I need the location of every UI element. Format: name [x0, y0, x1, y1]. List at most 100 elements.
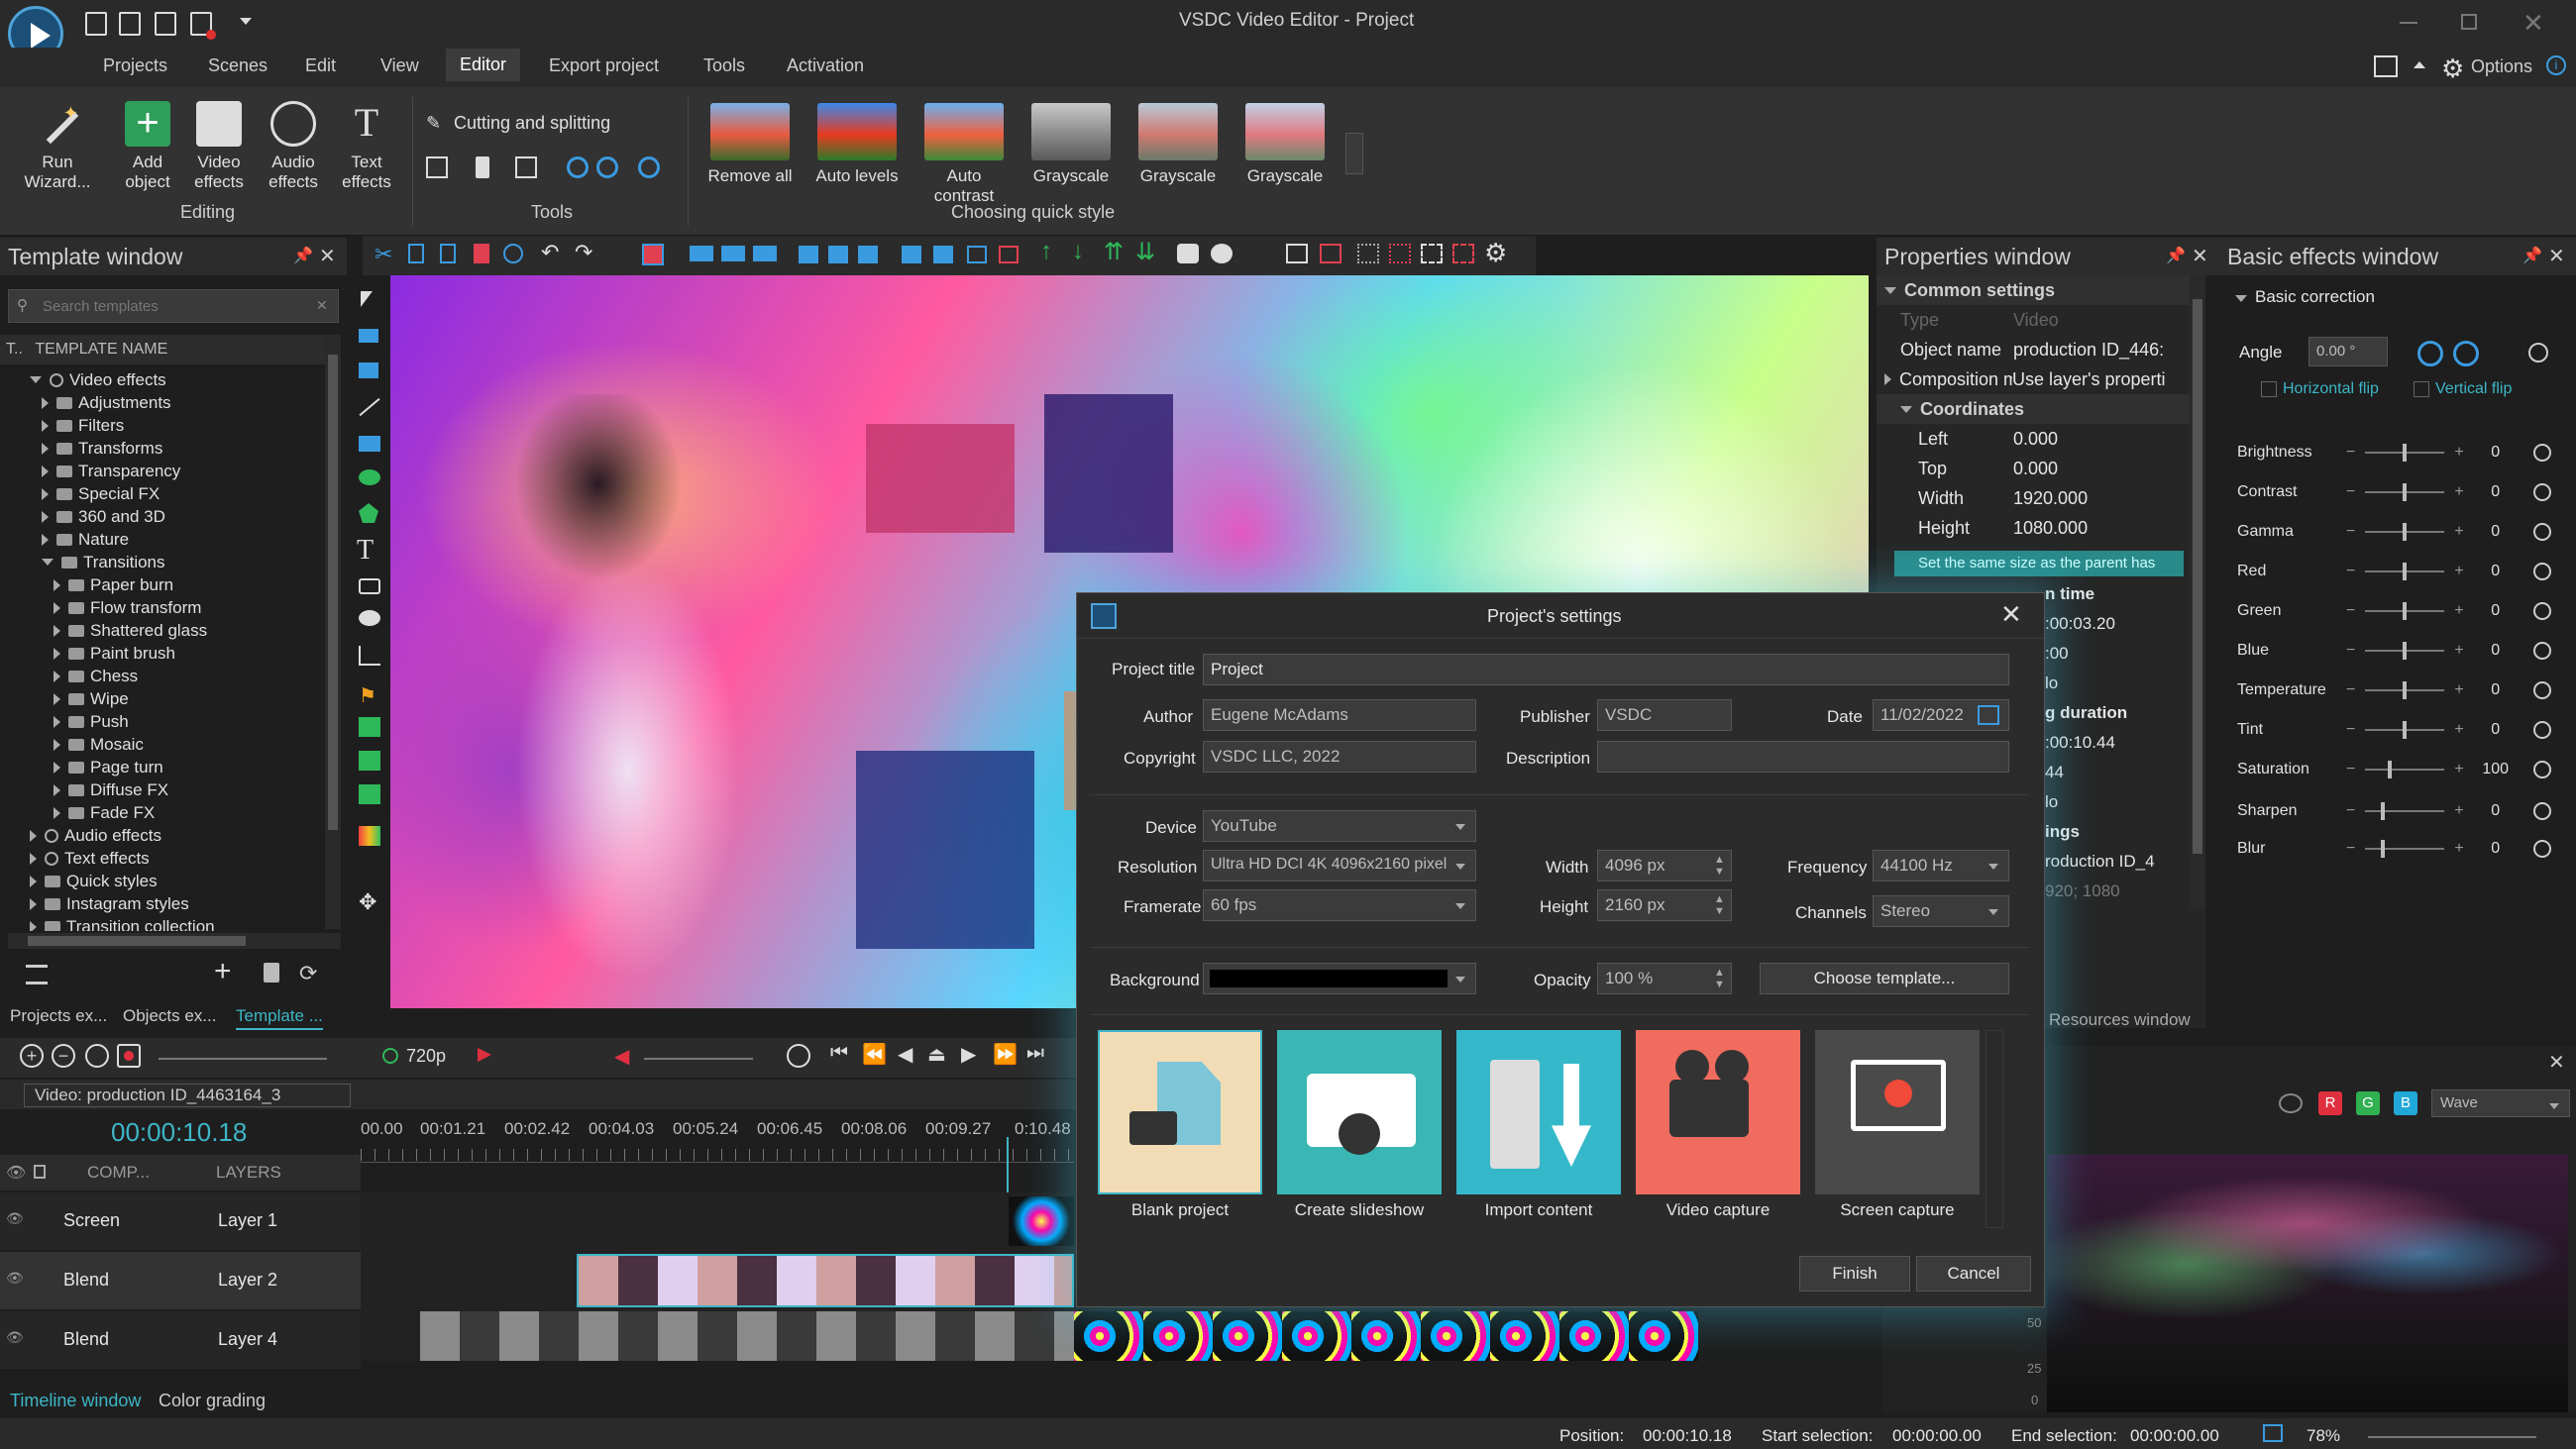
slider-knob[interactable]	[2380, 802, 2385, 820]
reset-icon[interactable]	[2532, 483, 2551, 501]
maximize-icon[interactable]	[2461, 14, 2477, 30]
choose-template-button[interactable]: Choose template...	[1760, 963, 2009, 994]
record-icon[interactable]	[190, 12, 216, 40]
close-panel-icon[interactable]: ✕	[2192, 244, 2208, 268]
rectangle-icon[interactable]	[359, 329, 378, 343]
move-up-icon[interactable]: ↑	[1040, 238, 1052, 265]
tree-item[interactable]: Mosaic	[30, 733, 327, 756]
prev-frame-icon[interactable]: ◀	[898, 1042, 912, 1067]
video-icon[interactable]	[359, 784, 380, 804]
effect-slider[interactable]	[2365, 721, 2445, 739]
minus-icon[interactable]: −	[2346, 721, 2355, 739]
quick-access-dropdown-icon[interactable]	[240, 18, 252, 25]
effect-slider[interactable]	[2365, 761, 2445, 778]
slider-knob[interactable]	[2403, 642, 2408, 660]
minus-icon[interactable]: −	[2346, 602, 2355, 620]
quick-style-grayscale-3[interactable]: Grayscale	[1236, 103, 1334, 186]
tree-item[interactable]: Push	[30, 710, 327, 733]
expand-arrow-icon[interactable]	[54, 670, 60, 682]
quick-style-grayscale[interactable]: Grayscale	[1022, 103, 1120, 186]
tree-item[interactable]: Adjustments	[30, 391, 327, 414]
tree-item[interactable]: Nature	[30, 528, 327, 551]
layer-name[interactable]: Layer 1	[218, 1210, 277, 1231]
timeline-ruler[interactable]: 00.00 00:01.21 00:02.42 00:04.03 00:05.2…	[361, 1119, 1074, 1163]
tab-timeline-window[interactable]: Timeline window	[10, 1391, 141, 1411]
collapse-ribbon-icon[interactable]	[2414, 61, 2425, 68]
channel-r-button[interactable]: R	[2318, 1091, 2342, 1115]
fit-icon[interactable]	[642, 244, 664, 265]
reset-icon[interactable]	[2532, 642, 2551, 660]
tree-item[interactable]: Page turn	[30, 756, 327, 778]
align-right-icon[interactable]	[753, 246, 777, 261]
reset-icon[interactable]	[2532, 802, 2551, 820]
ellipse-icon[interactable]	[359, 469, 380, 485]
minus-icon[interactable]: −	[2346, 563, 2355, 580]
expand-arrow-icon[interactable]	[30, 852, 37, 865]
reset-icon[interactable]	[2532, 721, 2551, 739]
expand-arrow-icon[interactable]	[54, 692, 60, 705]
split-tool-icon[interactable]	[476, 156, 489, 178]
expand-arrow-icon[interactable]	[30, 875, 37, 887]
send-back-icon[interactable]: ⇊	[1135, 238, 1155, 266]
reset-icon[interactable]	[2532, 681, 2551, 699]
fast-forward-icon[interactable]: ⏩	[993, 1042, 1018, 1067]
image-icon[interactable]	[359, 717, 380, 737]
safe-zone-icon[interactable]	[1421, 244, 1443, 263]
effect-slider[interactable]	[2365, 444, 2445, 462]
minus-icon[interactable]: −	[2346, 444, 2355, 462]
plus-icon[interactable]: +	[2454, 721, 2463, 739]
audio-icon[interactable]	[359, 751, 380, 771]
layer-row[interactable]: 👁 Blend Layer 2	[0, 1252, 361, 1309]
prop-height[interactable]: Height 1080.000	[1877, 513, 2205, 543]
same-size-icon[interactable]	[967, 246, 987, 263]
options-label[interactable]: Options	[2471, 56, 2532, 77]
move-down-icon[interactable]: ↓	[1072, 238, 1084, 265]
cutting-splitting-button[interactable]: Cutting and splitting	[454, 113, 610, 134]
effect-row-gamma[interactable]: Gamma − +0	[2237, 517, 2564, 547]
plus-icon[interactable]: +	[2454, 642, 2463, 660]
minus-icon[interactable]: −	[2346, 483, 2355, 501]
blend-mode[interactable]: Blend	[63, 1329, 109, 1350]
expand-arrow-icon[interactable]	[42, 442, 49, 455]
new-project-icon[interactable]	[85, 12, 107, 36]
prop-left[interactable]: Left 0.000	[1877, 424, 2205, 454]
menu-editor[interactable]: Editor	[446, 49, 521, 81]
device-select[interactable]: YouTube	[1203, 810, 1476, 842]
tiles-scrollbar[interactable]	[1986, 1030, 2003, 1228]
video-effects-button[interactable]: Video effects	[186, 101, 252, 192]
crop-tool-icon[interactable]	[426, 156, 448, 178]
visibility-eye-icon[interactable]: 👁	[6, 1329, 24, 1346]
effect-slider[interactable]	[2365, 523, 2445, 541]
description-input[interactable]	[1597, 741, 2009, 773]
eye-icon[interactable]: 👁	[6, 1163, 26, 1183]
reset-icon[interactable]	[2532, 523, 2551, 541]
angle-input[interactable]: 0.00 °	[2308, 337, 2388, 366]
rotate-right-90-icon[interactable]	[2453, 341, 2479, 366]
sprite-icon[interactable]	[359, 362, 378, 378]
basic-correction-section[interactable]: Basic correction	[2235, 287, 2375, 307]
list-view-icon[interactable]	[26, 965, 48, 984]
tree-item[interactable]: Special FX	[30, 482, 327, 505]
lock-icon[interactable]	[34, 1165, 46, 1179]
tab-template-window[interactable]: Template ...	[236, 1006, 323, 1030]
plus-icon[interactable]: +	[2454, 802, 2463, 820]
tree-item[interactable]: Fade FX	[30, 801, 327, 824]
width-spinner-icon[interactable]: ▲ ▼	[1714, 854, 1725, 878]
reset-icon[interactable]	[2532, 563, 2551, 580]
bring-front-icon[interactable]: ⇈	[1104, 238, 1124, 266]
zoom-slider[interactable]	[2368, 1436, 2536, 1438]
opacity-input[interactable]: 100 %	[1597, 963, 1732, 994]
volume-slider[interactable]	[644, 1058, 753, 1060]
clock-icon[interactable]	[787, 1044, 810, 1068]
quick-style-auto-levels[interactable]: Auto levels	[808, 103, 906, 186]
minus-icon[interactable]: −	[2346, 840, 2355, 858]
tree-horizontal-scrollbar[interactable]	[8, 933, 341, 949]
expand-arrow-icon[interactable]	[30, 920, 37, 931]
add-template-icon[interactable]: +	[214, 955, 232, 988]
menu-projects[interactable]: Projects	[103, 55, 167, 76]
collapse-arrow-icon[interactable]	[1900, 405, 1912, 413]
options-gear-icon[interactable]: ⚙	[2441, 53, 2464, 84]
cut-icon[interactable]: ✂	[375, 242, 392, 267]
minus-icon[interactable]: −	[2346, 681, 2355, 699]
channels-select[interactable]: Stereo	[1873, 895, 2009, 927]
